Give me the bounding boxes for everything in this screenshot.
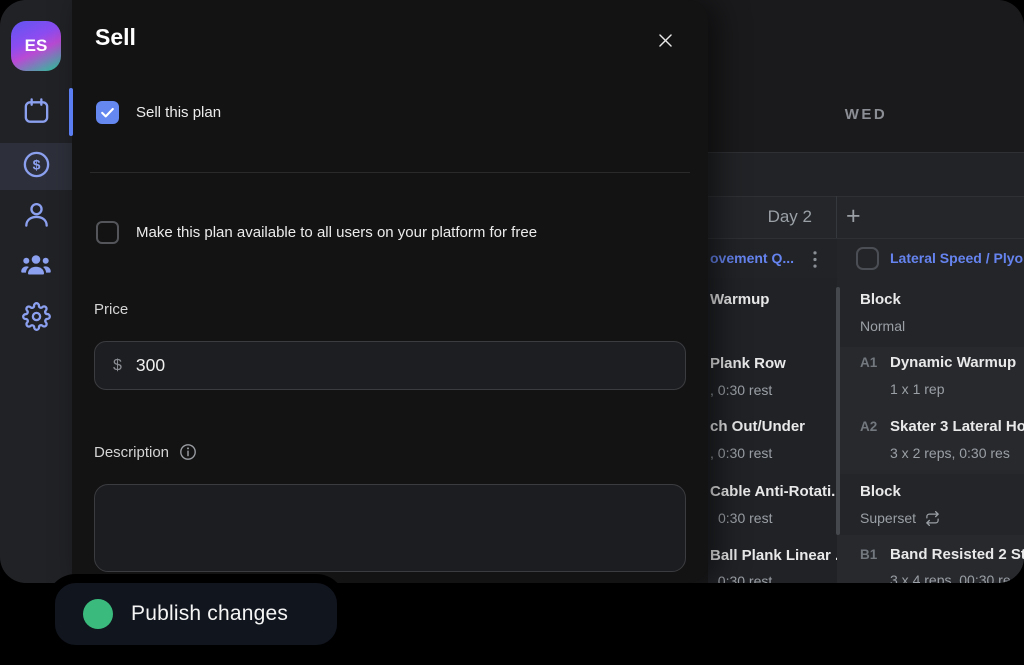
exercise-name: Cable Anti-Rotati... [710, 482, 837, 502]
right-plan-header: Lateral Speed / Plyo [837, 238, 1024, 278]
day-column-divider [836, 196, 837, 238]
exercise-name: Plank Row [710, 354, 786, 374]
sidebar-item-calendar[interactable] [0, 90, 72, 137]
sell-plan-checkbox[interactable] [96, 101, 119, 124]
people-group-icon [20, 249, 52, 286]
exercise-meta: 1 x 1 rep [890, 379, 944, 399]
exercise-index: A2 [860, 417, 877, 437]
left-plan-title-link[interactable]: ovement Q... [710, 250, 802, 266]
calendar-icon [21, 96, 52, 132]
divider [90, 172, 690, 173]
sidebar-item-clients[interactable] [0, 193, 72, 240]
screenshot-stage: WED Day 2 + ovement Q... Lateral Speed /… [0, 0, 1024, 665]
publish-changes-button[interactable]: Publish changes [46, 574, 346, 654]
exercise-meta: , 0:30 rest [710, 380, 772, 400]
exercise-meta: 3 x 2 reps, 0:30 res [890, 443, 1010, 463]
column-scrollbar[interactable] [836, 287, 840, 535]
exercise-index: B1 [860, 545, 877, 565]
right-plan-title-link[interactable]: Lateral Speed / Plyo [890, 250, 1023, 266]
sell-modal: Sell Sell this plan [72, 0, 708, 583]
block-header: Block [860, 290, 901, 310]
sell-plan-row: Sell this plan [96, 101, 221, 124]
plan-select-checkbox[interactable] [856, 247, 879, 270]
sell-plan-label: Sell this plan [136, 104, 221, 121]
exercise-meta: , 0:30 rest [710, 443, 772, 463]
person-icon [21, 199, 52, 235]
exercise-name: ch Out/Under [710, 417, 805, 437]
free-plan-row: Make this plan available to all users on… [96, 221, 537, 244]
superset-cycle-icon [925, 511, 940, 526]
right-day-column: Block Normal A1 Dynamic Warmup 1 x 1 rep… [837, 278, 1024, 583]
block-mode-label: Superset [860, 508, 916, 528]
description-textarea[interactable] [94, 484, 686, 572]
exercise-index: A1 [860, 353, 877, 373]
info-icon [179, 443, 197, 461]
free-plan-label: Make this plan available to all users on… [136, 224, 537, 241]
exercise-meta: 3 x 4 reps, 00:30 re [890, 570, 1011, 583]
block-mode: Normal [860, 316, 905, 336]
description-label: Description [94, 444, 169, 461]
block-strip [837, 278, 1024, 347]
app-window: WED Day 2 + ovement Q... Lateral Speed /… [0, 0, 1024, 583]
sidebar: ES $ [0, 0, 72, 583]
price-label: Price [94, 301, 128, 318]
gear-icon [22, 302, 51, 336]
modal-title: Sell [95, 24, 136, 51]
block-mode: Superset [860, 508, 940, 528]
block-header: Block [860, 482, 901, 502]
description-label-row: Description [94, 443, 197, 461]
add-day-button[interactable]: + [846, 196, 861, 238]
weekday-header: WED [708, 106, 1024, 123]
exercise-name: Warmup [710, 290, 769, 310]
status-dot [83, 599, 113, 629]
currency-symbol: $ [113, 357, 122, 375]
avatar[interactable]: ES [11, 21, 61, 71]
checkmark-icon [99, 104, 116, 121]
exercise-meta: , 0:30 rest [710, 571, 772, 583]
svg-text:$: $ [32, 156, 40, 172]
sidebar-item-payments[interactable]: $ [0, 143, 72, 190]
sidebar-active-indicator [69, 88, 73, 136]
close-icon[interactable] [652, 27, 678, 53]
left-day-column: Warmup Plank Row , 0:30 rest ch Out/Unde… [708, 278, 837, 583]
exercise-name: Band Resisted 2 Step [890, 545, 1024, 565]
price-field: $ [94, 341, 686, 390]
kebab-menu-icon[interactable] [812, 250, 818, 274]
dollar-circle-icon: $ [21, 149, 52, 185]
exercise-meta: 0:30 rest [718, 508, 772, 528]
price-input[interactable] [136, 355, 667, 376]
exercise-name: Dynamic Warmup [890, 353, 1016, 373]
sidebar-item-groups[interactable] [0, 244, 72, 291]
sidebar-item-settings[interactable] [0, 295, 72, 342]
exercise-name: Ball Plank Linear ... [710, 546, 837, 566]
publish-label: Publish changes [131, 602, 288, 626]
free-plan-checkbox[interactable] [96, 221, 119, 244]
exercise-name: Skater 3 Lateral Hop [890, 417, 1024, 437]
